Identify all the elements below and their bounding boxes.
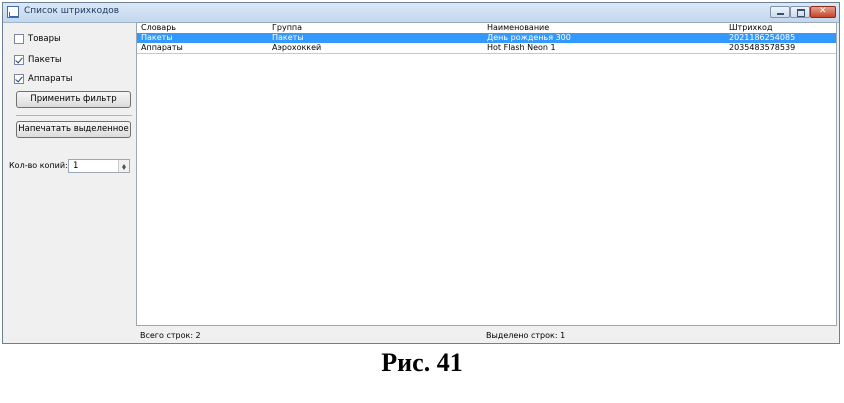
close-icon[interactable] — [810, 6, 836, 18]
cell-barcode: 2021186254085 — [729, 33, 796, 42]
cell-dictionary: Аппараты — [141, 43, 183, 52]
filter-devices-label: Аппараты — [28, 74, 73, 84]
copies-input[interactable]: 1 — [68, 159, 130, 173]
checkbox-goods[interactable] — [14, 34, 24, 44]
filter-goods[interactable]: Товары — [14, 33, 61, 45]
filter-goods-label: Товары — [28, 34, 61, 44]
cell-name: День рожденья 300 — [487, 33, 571, 42]
cell-barcode: 2035483578539 — [729, 43, 796, 52]
filter-panel: Товары Пакеты Аппараты Применить фильтр … — [3, 22, 136, 343]
selected-rows-status: Выделено строк: 1 — [486, 331, 566, 340]
table-header: Словарь Группа Наименование Штрихкод — [137, 23, 836, 33]
minimize-icon[interactable] — [770, 6, 790, 18]
filter-devices[interactable]: Аппараты — [14, 73, 72, 85]
checkbox-packages[interactable] — [14, 55, 24, 65]
total-rows-status: Всего строк: 2 — [140, 331, 201, 340]
cell-dictionary: Пакеты — [141, 33, 173, 42]
cell-name: Hot Flash Neon 1 — [487, 43, 556, 52]
table-row[interactable]: Пакеты Пакеты День рожденья 300 20211862… — [137, 33, 836, 43]
copies-label: Кол-во копий: — [9, 161, 68, 170]
title-bar: Список штрихкодов — [3, 3, 839, 23]
cell-group: Аэрохоккей — [272, 43, 322, 52]
window-title: Список штрихкодов — [24, 6, 120, 16]
column-name[interactable]: Наименование — [487, 23, 549, 33]
print-selected-button[interactable]: Напечатать выделенное — [16, 121, 131, 138]
barcode-table: Словарь Группа Наименование Штрихкод Пак… — [136, 22, 837, 326]
spinner-arrows-icon[interactable] — [118, 160, 129, 172]
divider — [16, 115, 132, 116]
copies-value: 1 — [73, 161, 79, 171]
status-bar: Всего строк: 2 Выделено строк: 1 — [136, 326, 837, 343]
cell-group: Пакеты — [272, 33, 304, 42]
column-barcode[interactable]: Штрихкод — [729, 23, 772, 33]
column-dictionary[interactable]: Словарь — [141, 23, 176, 33]
barcode-list-window: Список штрихкодов Товары Пакеты Аппараты… — [2, 2, 840, 344]
maximize-icon[interactable] — [790, 6, 810, 18]
table-row[interactable]: Аппараты Аэрохоккей Hot Flash Neon 1 203… — [137, 43, 836, 54]
column-group[interactable]: Группа — [272, 23, 302, 33]
filter-packages[interactable]: Пакеты — [14, 54, 62, 66]
app-icon — [7, 6, 19, 18]
checkbox-devices[interactable] — [14, 74, 24, 84]
figure-caption: Рис. 41 — [381, 348, 463, 377]
filter-packages-label: Пакеты — [28, 55, 62, 65]
apply-filter-button[interactable]: Применить фильтр — [16, 91, 131, 108]
